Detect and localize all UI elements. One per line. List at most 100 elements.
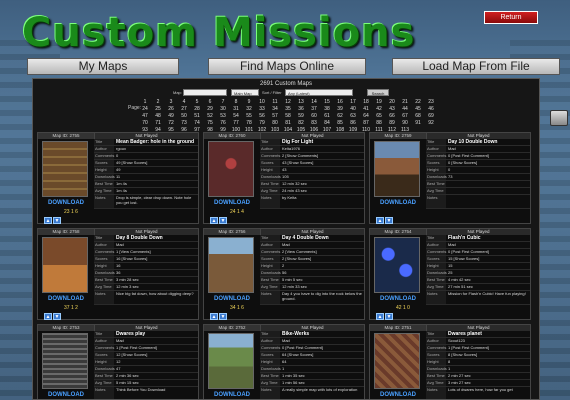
map-thumbnail[interactable] [374, 237, 420, 293]
page-link[interactable]: 42 [374, 106, 384, 113]
page-link[interactable]: 35 [283, 106, 293, 113]
page-link[interactable]: 80 [270, 120, 280, 127]
page-link[interactable]: 33 [257, 106, 267, 113]
thumbs-down-icon[interactable]: ▼ [53, 313, 61, 320]
page-link[interactable]: 70 [140, 120, 150, 127]
info-value-comments[interactable]: 0 [Post First Comment] [446, 153, 530, 159]
info-value-score[interactable]: 16 [Show Scores] [114, 256, 198, 262]
page-link[interactable]: 14 [309, 99, 319, 106]
page-link[interactable]: 39 [335, 106, 345, 113]
page-link[interactable]: 24 [140, 106, 150, 113]
page-link[interactable]: 92 [426, 120, 436, 127]
page-link[interactable]: 16 [335, 99, 345, 106]
page-link[interactable]: 6 [205, 99, 215, 106]
page-link[interactable]: 46 [426, 106, 436, 113]
load-map-from-file-button[interactable]: Load Map From File [392, 58, 560, 75]
page-link[interactable]: 82 [296, 120, 306, 127]
map-thumbnail[interactable] [208, 333, 254, 389]
page-link[interactable]: 31 [231, 106, 241, 113]
page-link[interactable]: 44 [400, 106, 410, 113]
info-value-score[interactable]: 0 [Show Scores] [446, 160, 530, 166]
thumbs-down-icon[interactable]: ▼ [385, 313, 393, 320]
page-link[interactable]: 62 [335, 113, 345, 120]
page-link[interactable]: 52 [205, 113, 215, 120]
find-maps-online-button[interactable]: Find Maps Online [208, 58, 366, 75]
download-button[interactable]: DOWNLOAD [40, 296, 92, 302]
info-value-score[interactable]: 8 [Show Scores] [446, 352, 530, 358]
info-value-comments[interactable]: 0 [114, 153, 198, 159]
map-thumbnail[interactable] [374, 141, 420, 197]
scroll-handle[interactable] [550, 110, 568, 126]
page-link[interactable]: 74 [192, 120, 202, 127]
info-value-score[interactable]: 49 [Show Scores] [114, 160, 198, 166]
return-button[interactable]: Return [484, 11, 538, 24]
page-link[interactable]: 11 [270, 99, 280, 106]
page-link[interactable]: 69 [426, 113, 436, 120]
page-link[interactable]: 10 [257, 99, 267, 106]
page-link[interactable]: 21 [400, 99, 410, 106]
page-link[interactable]: 54 [231, 113, 241, 120]
page-link[interactable]: 50 [179, 113, 189, 120]
page-link[interactable]: 63 [348, 113, 358, 120]
info-value-comments[interactable]: 2 [Show Comments] [280, 153, 364, 159]
page-link[interactable]: 32 [244, 106, 254, 113]
page-link[interactable]: 48 [153, 113, 163, 120]
page-link[interactable]: 7 [218, 99, 228, 106]
page-link[interactable]: 89 [387, 120, 397, 127]
page-link[interactable]: 67 [400, 113, 410, 120]
download-button[interactable]: DOWNLOAD [206, 392, 258, 398]
page-link[interactable]: 71 [153, 120, 163, 127]
info-value-comments[interactable]: 2 [View Comments] [280, 249, 364, 255]
download-button[interactable]: DOWNLOAD [40, 392, 92, 398]
info-value-comments[interactable]: 1 [Post First Comment] [114, 345, 198, 351]
page-link[interactable]: 78 [244, 120, 254, 127]
page-link[interactable]: 60 [309, 113, 319, 120]
map-thumbnail[interactable] [42, 141, 88, 197]
page-link[interactable]: 13 [296, 99, 306, 106]
page-link[interactable]: 43 [387, 106, 397, 113]
thumbs-down-icon[interactable]: ▼ [385, 217, 393, 224]
map-name-input[interactable] [183, 89, 227, 96]
page-link[interactable]: 8 [231, 99, 241, 106]
page-link[interactable]: 90 [400, 120, 410, 127]
page-link[interactable]: 25 [153, 106, 163, 113]
page-link[interactable]: 84 [322, 120, 332, 127]
page-link[interactable]: 40 [348, 106, 358, 113]
page-link[interactable]: 22 [413, 99, 423, 106]
page-link[interactable]: 59 [296, 113, 306, 120]
page-link[interactable]: 41 [361, 106, 371, 113]
page-link[interactable]: 12 [283, 99, 293, 106]
map-thumbnail[interactable] [374, 333, 420, 389]
page-link[interactable]: 38 [322, 106, 332, 113]
page-link[interactable]: 34 [270, 106, 280, 113]
download-button[interactable]: DOWNLOAD [40, 200, 92, 206]
page-link[interactable]: 28 [192, 106, 202, 113]
page-link[interactable]: 17 [348, 99, 358, 106]
my-maps-button[interactable]: My Maps [27, 58, 179, 75]
page-link[interactable]: 55 [244, 113, 254, 120]
page-link[interactable]: 64 [361, 113, 371, 120]
map-thumbnail[interactable] [42, 237, 88, 293]
page-link[interactable]: 66 [387, 113, 397, 120]
page-link[interactable]: 1 [140, 99, 150, 106]
page-link[interactable]: 47 [140, 113, 150, 120]
page-link[interactable]: 76 [218, 120, 228, 127]
info-value-comments[interactable]: 0 [Post First Comment] [446, 249, 530, 255]
page-link[interactable]: 27 [179, 106, 189, 113]
page-link[interactable]: 36 [296, 106, 306, 113]
page-link[interactable]: 79 [257, 120, 267, 127]
download-button[interactable]: DOWNLOAD [206, 200, 258, 206]
thumbs-up-icon[interactable]: ▲ [376, 217, 384, 224]
map-thumbnail[interactable] [208, 141, 254, 197]
page-link[interactable]: 18 [361, 99, 371, 106]
page-link[interactable]: 83 [309, 120, 319, 127]
page-link[interactable]: 91 [413, 120, 423, 127]
page-link[interactable]: 73 [179, 120, 189, 127]
thumbs-up-icon[interactable]: ▲ [44, 217, 52, 224]
thumbs-up-icon[interactable]: ▲ [210, 313, 218, 320]
page-link[interactable]: 20 [387, 99, 397, 106]
map-thumbnail[interactable] [208, 237, 254, 293]
page-link[interactable]: 53 [218, 113, 228, 120]
thumbs-up-icon[interactable]: ▲ [376, 313, 384, 320]
info-value-score[interactable]: 15 [Show Scores] [446, 256, 530, 262]
